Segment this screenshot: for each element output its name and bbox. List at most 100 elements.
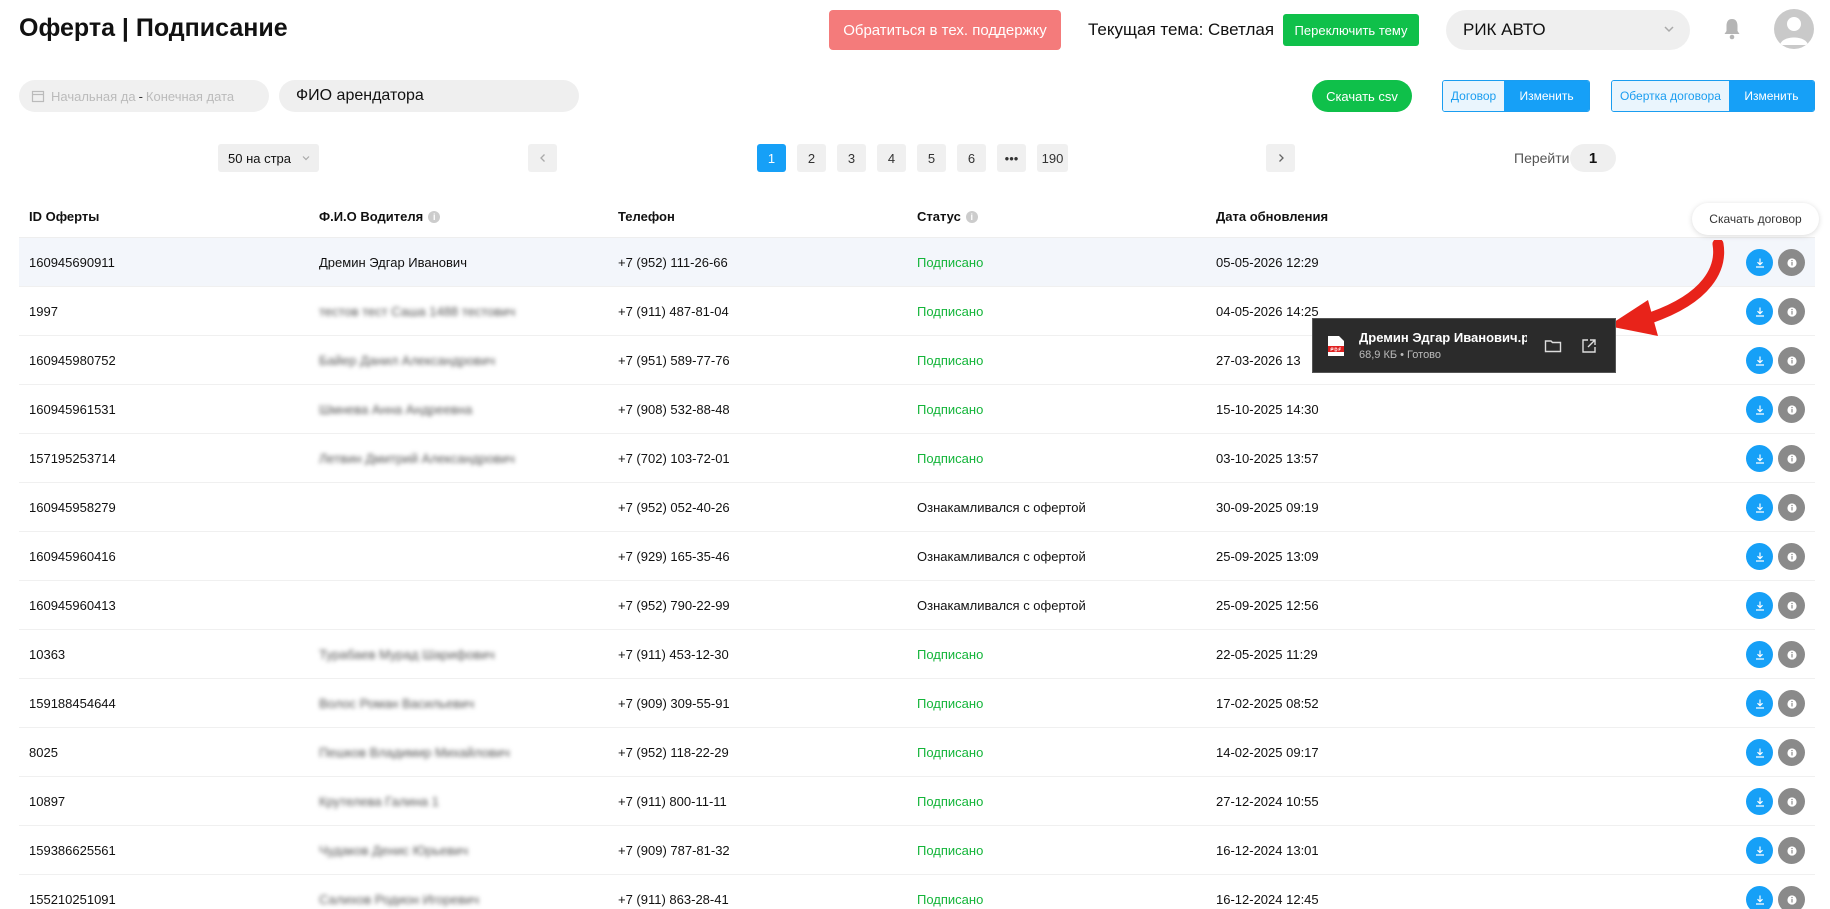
offer-info-button[interactable] [1778,641,1805,668]
download-csv-button[interactable]: Скачать csv [1312,80,1412,112]
offer-info-button[interactable] [1778,494,1805,521]
offer-info-button[interactable] [1778,347,1805,374]
offer-info-button[interactable] [1778,886,1805,909]
page-button[interactable]: 5 [917,144,946,172]
prev-page-button[interactable] [528,144,557,172]
page-ellipsis[interactable]: ••• [997,144,1026,172]
offer-id-cell: 160945960413 [29,597,116,613]
support-button[interactable]: Обратиться в тех. поддержку [829,10,1061,50]
switch-theme-button[interactable]: Переключить тему [1283,14,1419,46]
offer-info-button[interactable] [1778,592,1805,619]
info-icon [1786,845,1797,856]
offer-info-button[interactable] [1778,543,1805,570]
goto-page-input[interactable] [1570,144,1616,172]
offers-table: ID Оферты Ф.И.О Водителя i Телефон Статус… [19,196,1815,909]
download-icon [1755,454,1764,464]
driver-fio-text: Байер Данил Александрович [319,352,495,368]
status-cell: Подписано [917,793,984,809]
page-button[interactable]: 4 [877,144,906,172]
page-button[interactable]: 2 [797,144,826,172]
offer-info-button[interactable] [1778,396,1805,423]
user-avatar-icon[interactable] [1774,9,1814,49]
updated-date-cell: 15-10-2025 14:30 [1216,401,1319,417]
offer-info-button[interactable] [1778,739,1805,766]
status-cell: Подписано [917,450,984,466]
download-contract-button[interactable] [1746,886,1773,909]
row-actions [1746,788,1805,815]
download-contract-button[interactable] [1746,690,1773,717]
download-contract-button[interactable] [1746,494,1773,521]
download-contract-button[interactable] [1746,592,1773,619]
contract-wrapper-edit-button[interactable]: Изменить [1728,81,1814,111]
contract-edit-button[interactable]: Изменить [1504,81,1589,111]
folder-icon[interactable] [1543,336,1563,356]
avatar-silhouette [1780,17,1808,45]
contract-wrapper-group: Обертка договора Изменить [1611,80,1815,112]
download-contract-button[interactable] [1746,347,1773,374]
info-icon [1786,404,1797,415]
offer-id-cell: 10363 [29,646,66,662]
end-date-input[interactable]: Конечная дата [146,89,234,104]
updated-date-cell: 16-12-2024 12:45 [1216,891,1319,907]
download-contract-button[interactable] [1746,543,1773,570]
column-header-label: Телефон [618,209,675,224]
info-icon [1786,453,1797,464]
offer-info-button[interactable] [1778,298,1805,325]
info-icon [1786,698,1797,709]
tenant-fio-input[interactable] [279,80,579,112]
offer-info-button[interactable] [1778,249,1805,276]
bell-icon[interactable] [1722,16,1742,42]
download-contract-tooltip: Скачать договор [1692,203,1819,235]
download-contract-button[interactable] [1746,837,1773,864]
row-actions [1746,298,1805,325]
company-select[interactable]: РИК АВТО [1446,10,1690,50]
date-range-picker[interactable]: Начальная да - Конечная дата [19,80,269,112]
download-contract-button[interactable] [1746,641,1773,668]
offer-info-button[interactable] [1778,837,1805,864]
info-icon [1786,355,1797,366]
driver-fio-text: Турабаев Мурад Шарифович [319,646,495,662]
phone-cell: +7 (911) 800-11-11 [618,793,727,809]
download-contract-button[interactable] [1746,396,1773,423]
status-cell: Подписано [917,254,984,270]
column-header-label: Ф.И.О Водителя [319,209,424,224]
download-contract-button[interactable] [1746,298,1773,325]
chevron-left-icon [539,154,545,162]
table-row: 157195253714 Летвин Дмитрий Александрович… [19,434,1815,483]
row-actions [1746,592,1805,619]
per-page-select[interactable]: 50 на стра [218,144,319,172]
download-contract-button[interactable] [1746,788,1773,815]
download-contract-button[interactable] [1746,249,1773,276]
page-button[interactable]: 3 [837,144,866,172]
contract-label[interactable]: Договор [1443,81,1505,111]
driver-fio-cell: Дремин Эдгар Иванович [319,255,618,270]
driver-fio-text: Салихов Родион Игоревич [319,891,480,907]
next-page-button[interactable] [1266,144,1295,172]
driver-fio-cell: Летвин Дмитрий Александрович [319,451,618,466]
phone-cell: +7 (909) 309-55-91 [618,695,730,711]
contract-wrapper-label[interactable]: Обертка договора [1612,81,1729,111]
offer-id-cell: 160945690911 [29,254,115,270]
table-row: 160945961531 Шмнева Анна Андреевна +7 (908… [19,385,1815,434]
offer-info-button[interactable] [1778,788,1805,815]
info-icon[interactable]: i [965,210,978,223]
page-button[interactable]: 190 [1037,144,1068,172]
offer-info-button[interactable] [1778,445,1805,472]
page-button[interactable]: 6 [957,144,986,172]
download-contract-button[interactable] [1746,739,1773,766]
open-external-icon[interactable] [1579,336,1599,356]
date-separator: - [138,88,143,104]
table-row: 10363 Турабаев Мурад Шарифович +7 (911) 45… [19,630,1815,679]
column-header-date: Дата обновления [1216,209,1616,224]
offer-info-button[interactable] [1778,690,1805,717]
download-icon [1755,258,1764,268]
page-button[interactable]: 1 [757,144,786,172]
download-contract-button[interactable] [1746,445,1773,472]
status-cell: Подписано [917,842,984,858]
info-icon[interactable]: i [428,210,441,223]
status-cell: Подписано [917,695,984,711]
start-date-input[interactable]: Начальная да [51,89,136,104]
column-header-fio: Ф.И.О Водителя i [319,209,618,224]
page-title: Оферта | Подписание [19,14,288,42]
download-notification[interactable]: Дремин Эдгар Иванович.pdf 68,9 КБ • Гото… [1312,318,1616,373]
